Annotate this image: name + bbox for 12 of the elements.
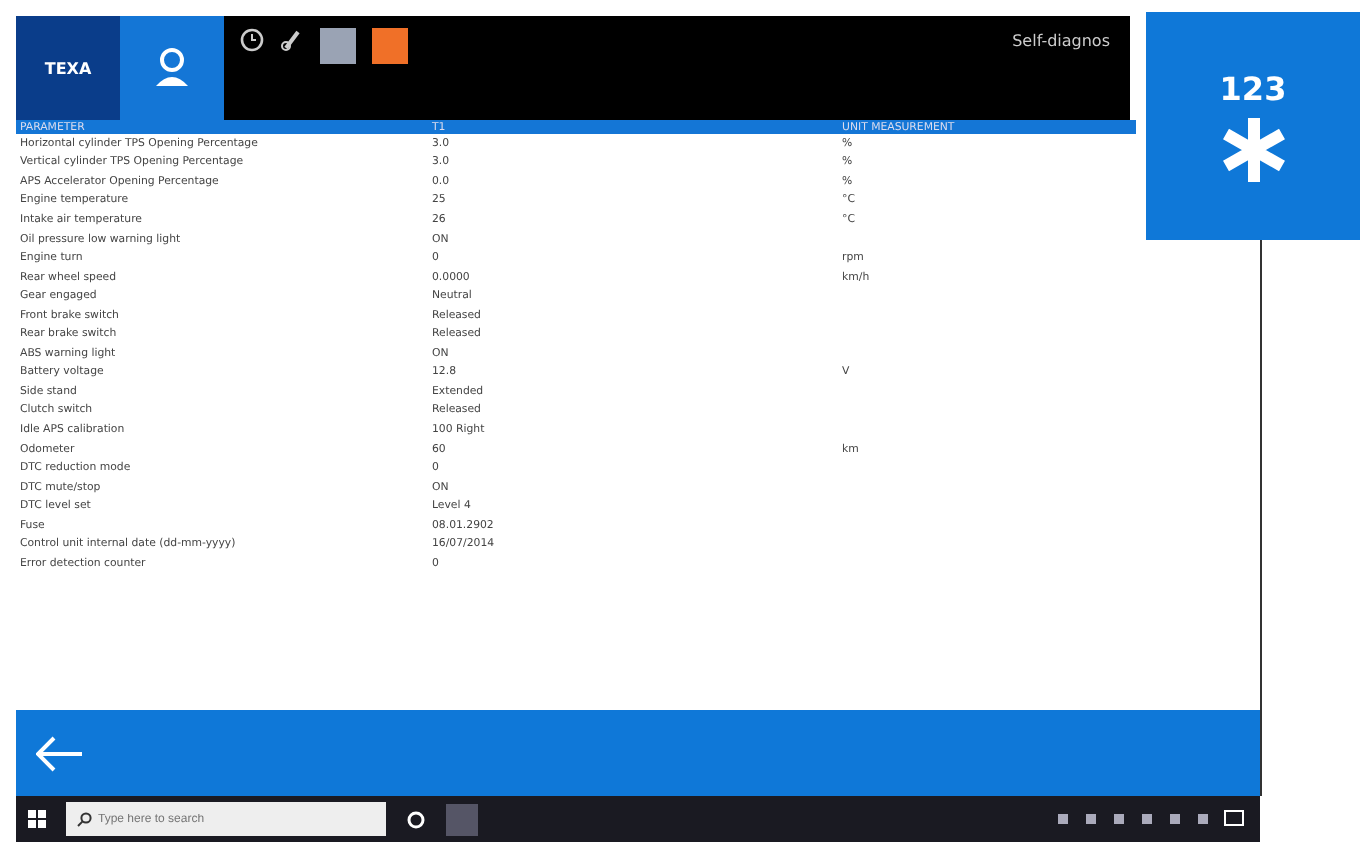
cortana-icon[interactable] (406, 809, 426, 829)
tile-label: 123 (1219, 69, 1287, 107)
notification-icon[interactable] (1224, 810, 1244, 828)
clock-icon[interactable] (240, 28, 264, 52)
asterisk-icon (1219, 115, 1287, 183)
page-title: Self-diagnos (1012, 32, 1110, 54)
user-button[interactable] (120, 16, 224, 120)
texa-logo: TEXA (16, 16, 120, 120)
windows-icon[interactable] (28, 810, 46, 828)
search-icon (76, 811, 92, 827)
user-icon (152, 46, 192, 90)
back-arrow-icon[interactable] (36, 735, 84, 771)
